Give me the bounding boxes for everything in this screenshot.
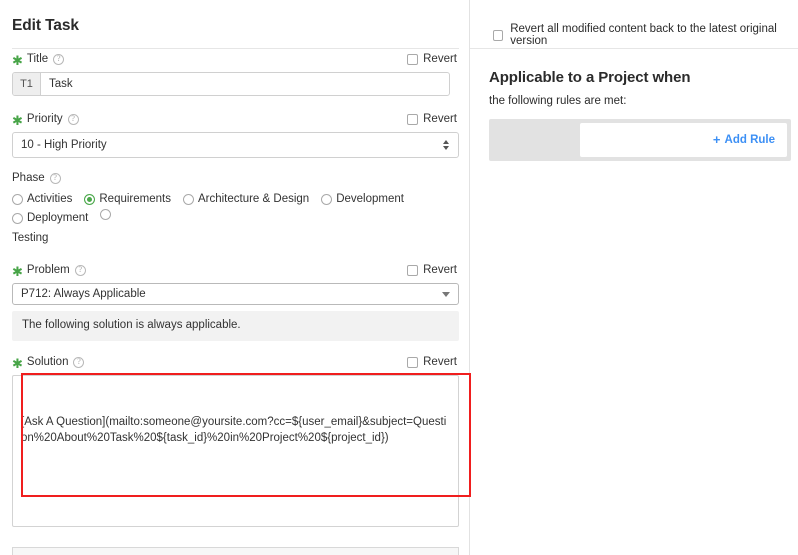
priority-revert-checkbox[interactable]: Revert [407,113,457,125]
phase-option-label: Requirements [99,193,171,205]
help-icon[interactable]: ? [67,113,79,125]
solution-revert-label: Revert [423,356,457,368]
edit-task-screen: Edit Task ✱ Title ? Revert T1 Task ✱ Pri… [0,0,798,555]
applicability-subtitle: the following rules are met: [489,95,627,107]
right-header-divider [470,48,798,49]
phase-radio-group: Activities Requirements Architecture & D… [12,190,472,248]
priority-revert-label: Revert [423,113,457,125]
radio-icon[interactable] [12,194,23,205]
chevron-down-icon[interactable] [442,292,450,297]
title-input[interactable] [41,73,449,95]
priority-label: Priority [26,113,63,125]
phase-radio-development[interactable]: Development [321,190,404,209]
phase-radio-activities[interactable]: Activities [12,190,72,209]
solution-line-link: [Ask A Question](mailto:someone@yoursite… [21,416,447,444]
checkbox-icon[interactable] [493,29,504,41]
priority-select[interactable]: 10 - High Priority [12,132,459,158]
title-label-wrap: ✱ Title ? [12,52,65,68]
title-prefix-badge: T1 [13,73,41,95]
required-star-icon: ✱ [12,263,23,279]
revert-all-label: Revert all modified content back to the … [510,23,777,47]
checkbox-icon[interactable] [407,53,419,65]
required-star-icon: ✱ [12,112,23,128]
title-label: Title [26,53,49,65]
radio-icon[interactable] [182,194,194,205]
spinner-arrows-icon[interactable] [443,140,449,150]
problem-selected-value: P712: Always Applicable [21,288,146,300]
bottom-panel-edge [12,547,459,555]
plus-icon: + [712,132,721,147]
problem-revert-checkbox[interactable]: Revert [407,264,457,276]
phase-option-label-testing: Testing [12,232,49,244]
phase-radio-architecture-design[interactable]: Architecture & Design [182,190,310,209]
phase-radio-deployment[interactable]: Deployment [12,209,88,228]
solution-label-wrap: ✱ Solution ? [12,355,85,371]
edit-task-form-pane: Edit Task ✱ Title ? Revert T1 Task ✱ Pri… [0,0,471,555]
problem-select[interactable]: P712: Always Applicable [12,283,459,305]
phase-option-label: Development [336,193,404,205]
problem-revert-label: Revert [423,264,457,276]
phase-label: Phase [12,172,45,184]
radio-icon-selected[interactable] [84,194,96,205]
phase-option-label: Architecture & Design [197,193,310,205]
title-revert-label: Revert [423,53,457,65]
help-icon[interactable]: ? [73,356,85,368]
priority-label-wrap: ✱ Priority ? [12,112,79,128]
solution-line-problem-id: This Task's Problem ID is: ${problem_id} [21,526,450,527]
help-icon[interactable]: ? [74,264,86,276]
phase-radio-testing[interactable] [100,209,115,220]
title-input-group[interactable]: T1 [12,72,450,96]
add-rule-card: + Add Rule [580,123,787,157]
title-revert-checkbox[interactable]: Revert [407,53,457,65]
problem-note: The following solution is always applica… [12,311,459,341]
solution-textarea[interactable]: [Ask A Question](mailto:someone@yoursite… [12,375,459,527]
required-star-icon: ✱ [12,52,23,68]
priority-field-header: ✱ Priority ? Revert [12,111,457,127]
applicability-title: Applicable to a Project when [489,69,691,86]
checkbox-icon[interactable] [407,264,419,276]
problem-label-wrap: ✱ Problem ? [12,263,86,279]
required-star-icon: ✱ [12,355,23,371]
radio-icon[interactable] [100,209,112,220]
page-title: Edit Task [12,17,79,34]
phase-option-label: Deployment [27,212,89,224]
title-field-block: ✱ Title ? Revert T1 [12,51,457,96]
title-field-header: ✱ Title ? Revert [12,51,457,67]
phase-label-wrap: Phase ? [12,172,457,184]
problem-field-header: ✱ Problem ? Revert [12,262,457,278]
checkbox-icon[interactable] [407,356,419,368]
priority-field-block: ✱ Priority ? Revert 10 - High Priority [12,111,459,158]
phase-option-label: Activities [27,193,73,205]
solution-field-header: ✱ Solution ? Revert [12,354,457,370]
add-rule-button[interactable]: + Add Rule [712,132,775,147]
help-icon[interactable]: ? [49,172,61,184]
phase-field-block: Phase ? Activities Requirements Architec… [12,172,457,248]
revert-all-checkbox[interactable]: Revert all modified content back to the … [484,23,791,47]
radio-icon[interactable] [321,194,333,205]
priority-selected-value: 10 - High Priority [21,139,107,151]
radio-icon[interactable] [12,213,23,224]
phase-radio-requirements[interactable]: Requirements [84,190,171,209]
solution-revert-checkbox[interactable]: Revert [407,356,457,368]
rules-container: + Add Rule [489,119,791,161]
add-rule-label: Add Rule [724,134,775,146]
checkbox-icon[interactable] [407,113,419,125]
solution-field-block: ✱ Solution ? Revert [Ask A Question](mai… [12,354,471,527]
help-icon[interactable]: ? [53,53,65,65]
problem-label: Problem [26,264,70,276]
problem-field-block: ✱ Problem ? Revert P712: Always Applicab… [12,262,459,341]
solution-label: Solution [26,356,69,368]
applicability-rules-pane: Revert all modified content back to the … [470,0,798,555]
header-divider [12,48,459,49]
